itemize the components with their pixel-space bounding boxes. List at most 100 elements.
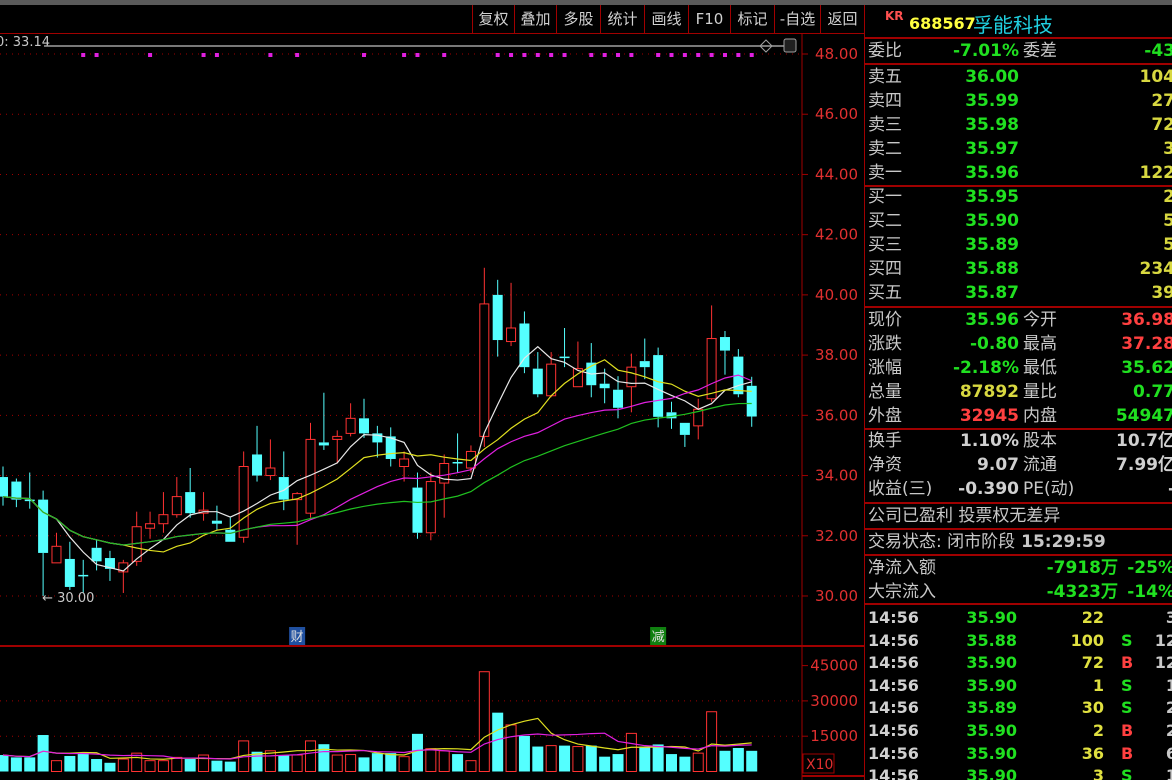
bid-label: 买二 bbox=[868, 211, 902, 231]
volume-bar bbox=[438, 750, 450, 772]
toolbar-button-4[interactable]: 画线 bbox=[644, 5, 688, 33]
fund-flow-label: 大宗流入 bbox=[868, 582, 936, 602]
fundamental-label: 股本 bbox=[1023, 431, 1057, 451]
signal-dot bbox=[562, 53, 567, 57]
candle bbox=[506, 282, 517, 347]
signal-dot bbox=[722, 53, 727, 57]
ask-label: 卖三 bbox=[868, 115, 902, 135]
signal-dot bbox=[522, 53, 527, 57]
candle-body bbox=[211, 520, 222, 524]
candle bbox=[412, 472, 423, 539]
candle bbox=[64, 541, 75, 590]
quote-value: 36.98 bbox=[1121, 310, 1172, 330]
signal-dot bbox=[669, 53, 674, 57]
tick-volume: 3 bbox=[1092, 766, 1104, 780]
kline-chart[interactable]: 48.00 46.00 44.00 42.00 40.00 38.00 36.00 34.00… bbox=[0, 0, 864, 780]
candle-body bbox=[706, 338, 717, 400]
bid-label: 买五 bbox=[868, 283, 902, 303]
volume-bar bbox=[719, 750, 731, 772]
candle-body bbox=[653, 355, 664, 417]
tick-count: 1 bbox=[1166, 675, 1172, 697]
signal-dot bbox=[442, 53, 447, 57]
quote-label: 外盘 bbox=[868, 406, 902, 426]
tick-side: S bbox=[1121, 675, 1133, 695]
bid-row: 买二 35.90 5 bbox=[865, 209, 1172, 233]
tick-time: 14:56 bbox=[868, 766, 919, 780]
tick-volume: 100 bbox=[1070, 630, 1104, 650]
slider-handle[interactable] bbox=[783, 38, 797, 53]
ask-label: 卖一 bbox=[868, 163, 902, 183]
bid-volume: 39 bbox=[1151, 283, 1172, 303]
ma-readout: 0: 33.14 bbox=[0, 35, 50, 50]
toolbar-button-8[interactable]: 返回 bbox=[820, 5, 864, 33]
weici-label: 委差 bbox=[1023, 41, 1057, 61]
volume-bar bbox=[331, 754, 343, 773]
candle-body bbox=[412, 487, 423, 533]
toolbar-button-3[interactable]: 统计 bbox=[600, 5, 644, 33]
signal-dot bbox=[81, 53, 86, 57]
candle bbox=[492, 279, 503, 357]
ask-volume: 3 bbox=[1163, 137, 1172, 161]
volume-bar bbox=[545, 745, 557, 773]
toolbar-button-1[interactable]: 叠加 bbox=[514, 5, 556, 33]
toolbar-button-7[interactable]: -自选 bbox=[774, 5, 820, 33]
toolbar-button-6[interactable]: 标记 bbox=[730, 5, 774, 33]
tick-price: 35.90 bbox=[966, 675, 1017, 695]
tick-time: 14:56 bbox=[868, 630, 919, 650]
quote-label: 涨跌 bbox=[868, 334, 902, 354]
candle bbox=[104, 550, 115, 581]
volume-bar bbox=[0, 755, 9, 772]
volume-bar bbox=[211, 760, 223, 772]
candle-body bbox=[64, 558, 75, 587]
volume-bar bbox=[411, 733, 423, 772]
volume-bar bbox=[184, 759, 196, 772]
volume-bar bbox=[599, 756, 611, 772]
volume-bar bbox=[478, 671, 490, 773]
fundamental-value: 1.10% bbox=[960, 431, 1019, 451]
tick-price: 35.88 bbox=[966, 630, 1017, 650]
candle bbox=[425, 472, 436, 541]
candle bbox=[78, 559, 89, 593]
candle-body bbox=[425, 481, 436, 534]
candle bbox=[586, 343, 597, 398]
price-tick-label: 48.00 bbox=[815, 45, 858, 63]
quote-value: -0.80 bbox=[970, 334, 1019, 354]
volume-bar bbox=[64, 755, 76, 772]
quote-value: 0.77 bbox=[1133, 382, 1172, 402]
price-tick-label: 40.00 bbox=[815, 286, 858, 304]
volume-bar bbox=[104, 762, 116, 772]
signal-dot bbox=[295, 53, 300, 57]
tick-side: B bbox=[1121, 743, 1134, 763]
signal-dot bbox=[749, 53, 754, 57]
fundamental-label: 换手 bbox=[868, 431, 902, 451]
candle bbox=[171, 477, 182, 518]
volume-bar bbox=[532, 746, 544, 772]
ask-volume: 72 bbox=[1151, 115, 1172, 135]
candle-body bbox=[492, 294, 503, 341]
signal-dot bbox=[629, 53, 634, 57]
candle-body bbox=[639, 361, 650, 368]
toolbar-button-2[interactable]: 多股 bbox=[556, 5, 600, 33]
candle bbox=[118, 559, 129, 593]
ask-label: 卖五 bbox=[868, 67, 902, 87]
tick-row: 14:56 35.90 72 B 12 bbox=[865, 652, 1172, 674]
quote-label: 最低 bbox=[1023, 358, 1057, 378]
stock-code: 688567 bbox=[909, 14, 976, 33]
fund-flow-value: -7918万 bbox=[1046, 558, 1118, 578]
candle-body bbox=[238, 466, 249, 538]
signal-dot bbox=[682, 53, 687, 57]
ask-price: 35.97 bbox=[965, 139, 1019, 159]
bid-price: 35.95 bbox=[965, 187, 1019, 207]
candle-body bbox=[0, 477, 8, 497]
candle bbox=[719, 331, 730, 375]
price-tick-label: 36.00 bbox=[815, 406, 858, 424]
signal-dot bbox=[94, 53, 99, 57]
tick-count: 2 bbox=[1166, 720, 1172, 742]
tick-side: S bbox=[1121, 630, 1133, 650]
tick-row: 14:56 35.90 36 B 6 bbox=[865, 743, 1172, 765]
toolbar-button-5[interactable]: F10 bbox=[688, 5, 730, 33]
tick-time: 14:56 bbox=[868, 608, 919, 627]
candle-body bbox=[559, 356, 570, 359]
fundamental-row: 收益(三) -0.390PE(动) - bbox=[865, 477, 1172, 501]
toolbar-button-0[interactable]: 复权 bbox=[472, 5, 514, 33]
